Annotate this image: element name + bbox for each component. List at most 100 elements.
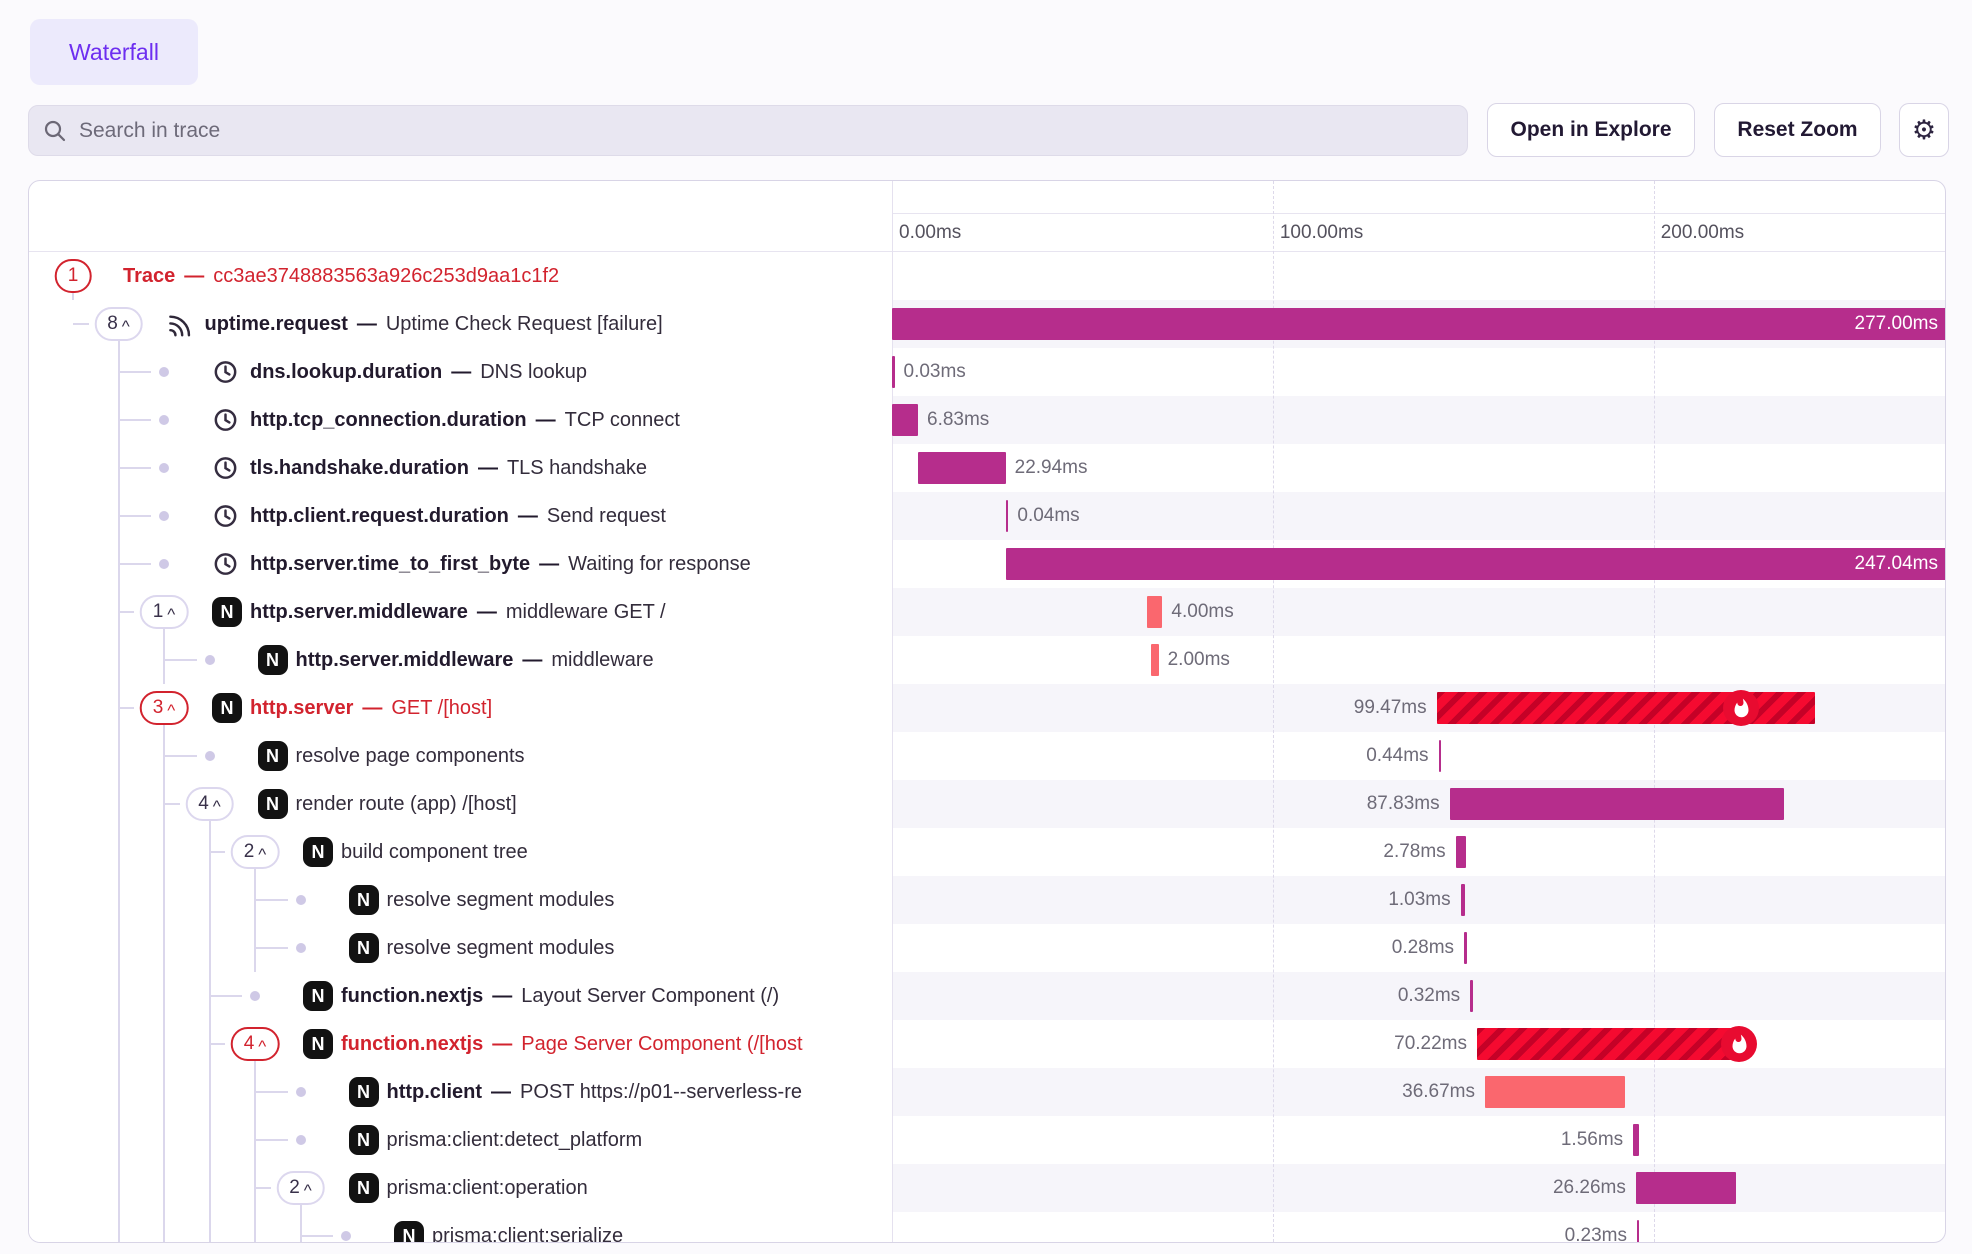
tree-dot <box>296 943 306 953</box>
span-row-left: http.tcp_connection.duration—TCP connect <box>29 396 892 444</box>
duration-bar[interactable] <box>1461 884 1465 916</box>
nextjs-icon: N <box>212 693 242 723</box>
tree-dot <box>296 895 306 905</box>
span-row[interactable]: http.server.time_to_first_byte—Waiting f… <box>29 540 1945 588</box>
span-description: middleware <box>551 649 653 672</box>
span-label: prisma:client:operation <box>387 1164 588 1212</box>
duration-bar[interactable] <box>1633 1124 1639 1156</box>
expand-collapse-pill[interactable]: 2^ <box>231 835 280 869</box>
span-row[interactable]: 4^Nrender route (app) /[host]87.83ms <box>29 780 1945 828</box>
tree-guide <box>118 876 120 924</box>
reset-zoom-button[interactable]: Reset Zoom <box>1714 103 1881 157</box>
trace-row[interactable]: 1Trace—cc3ae3748883563a926c253d9aa1c1f2 <box>29 252 1945 300</box>
span-row[interactable]: Nprisma:client:detect_platform1.56ms <box>29 1116 1945 1164</box>
span-row[interactable]: Nhttp.server.middleware—middleware2.00ms <box>29 636 1945 684</box>
nextjs-icon: N <box>303 1029 333 1059</box>
tree-guide <box>163 1212 165 1243</box>
search-field[interactable] <box>77 118 1453 144</box>
duration-bar[interactable] <box>1456 836 1467 868</box>
span-row[interactable]: Nresolve page components0.44ms <box>29 732 1945 780</box>
chevron-up-icon: ^ <box>167 706 175 716</box>
span-label: uptime.request—Uptime Check Request [fai… <box>205 300 663 348</box>
duration-bar[interactable] <box>918 452 1005 484</box>
tab-waterfall[interactable]: Waterfall <box>30 19 198 85</box>
span-row[interactable]: 8^uptime.request—Uptime Check Request [f… <box>29 300 1945 348</box>
duration-label: 0.23ms <box>1565 1212 1627 1243</box>
span-row-left: Nprisma:client:detect_platform <box>29 1116 892 1164</box>
duration-bar[interactable] <box>1439 740 1442 772</box>
expand-collapse-pill[interactable]: 1 <box>55 259 92 293</box>
duration-bar[interactable] <box>892 356 895 388</box>
span-row-right: 0.28ms <box>892 924 1946 972</box>
span-row-left: Nresolve segment modules <box>29 876 892 924</box>
span-row[interactable]: Nresolve segment modules0.28ms <box>29 924 1945 972</box>
tree-guide <box>300 1212 302 1243</box>
duration-bar[interactable] <box>1637 1220 1640 1243</box>
span-row[interactable]: 4^Nfunction.nextjs—Page Server Component… <box>29 1020 1945 1068</box>
tree-guide <box>163 1116 165 1164</box>
tree-dot <box>250 991 260 1001</box>
span-row-left: 2^Nbuild component tree <box>29 828 892 876</box>
search-icon <box>43 119 67 143</box>
expand-collapse-pill[interactable]: 8^ <box>94 307 143 341</box>
open-in-explore-button[interactable]: Open in Explore <box>1487 103 1695 157</box>
tree-stub <box>72 293 74 300</box>
tree-guide <box>118 636 120 684</box>
span-row[interactable]: Nhttp.client—POST https://p01--serverles… <box>29 1068 1945 1116</box>
duration-bar[interactable] <box>1477 1028 1744 1060</box>
expand-collapse-pill[interactable]: 3^ <box>140 691 189 725</box>
span-row-left: Nhttp.client—POST https://p01--serverles… <box>29 1068 892 1116</box>
duration-bar[interactable] <box>1006 500 1009 532</box>
fire-icon <box>1723 690 1759 726</box>
expand-collapse-pill[interactable]: 1^ <box>140 595 189 629</box>
duration-bar[interactable] <box>1470 980 1473 1012</box>
span-description: Send request <box>547 505 666 528</box>
span-row[interactable]: Nresolve segment modules1.03ms <box>29 876 1945 924</box>
duration-bar[interactable] <box>1636 1172 1736 1204</box>
duration-bar[interactable] <box>1450 788 1785 820</box>
span-row[interactable]: Nprisma:client:serialize 0.23ms <box>29 1212 1945 1243</box>
span-row[interactable]: Nfunction.nextjs—Layout Server Component… <box>29 972 1945 1020</box>
chevron-up-icon: ^ <box>167 610 175 620</box>
span-row[interactable]: dns.lookup.duration—DNS lookup0.03ms <box>29 348 1945 396</box>
panel-divider[interactable] <box>892 181 893 1242</box>
pill-count: 2 <box>244 841 255 863</box>
span-op-name: uptime.request <box>205 313 348 336</box>
span-row[interactable]: 2^Nbuild component tree2.78ms <box>29 828 1945 876</box>
span-row[interactable]: 1^Nhttp.server.middleware—middleware GET… <box>29 588 1945 636</box>
span-row-left: Nfunction.nextjs—Layout Server Component… <box>29 972 892 1020</box>
span-row[interactable]: 2^Nprisma:client:operation26.26ms <box>29 1164 1945 1212</box>
span-op-name: http.server <box>250 697 353 720</box>
span-row-right: 2.78ms <box>892 828 1946 876</box>
duration-bar[interactable]: 277.00ms <box>892 308 1946 340</box>
duration-bar[interactable] <box>892 404 918 436</box>
span-row-right: 99.47ms <box>892 684 1946 732</box>
span-row[interactable]: http.tcp_connection.duration—TCP connect… <box>29 396 1945 444</box>
duration-bar[interactable]: 247.04ms <box>1006 548 1946 580</box>
duration-bar[interactable] <box>1464 932 1467 964</box>
span-description: DNS lookup <box>480 361 587 384</box>
tree-guide <box>209 1164 211 1212</box>
span-row[interactable]: tls.handshake.duration—TLS handshake22.9… <box>29 444 1945 492</box>
search-input[interactable] <box>28 105 1468 156</box>
tree-elbow <box>164 755 197 757</box>
expand-collapse-pill[interactable]: 2^ <box>276 1171 325 1205</box>
settings-button[interactable]: ⚙ <box>1899 103 1949 157</box>
tree-guide <box>118 1212 120 1243</box>
tree-elbow <box>164 659 197 661</box>
separator-dash: — <box>357 313 377 336</box>
span-row-left: 8^uptime.request—Uptime Check Request [f… <box>29 300 892 348</box>
expand-collapse-pill[interactable]: 4^ <box>231 1027 280 1061</box>
duration-bar[interactable] <box>1147 596 1162 628</box>
duration-bar[interactable] <box>1151 644 1159 676</box>
span-description: Page Server Component (/[host <box>521 1033 802 1056</box>
span-label: prisma:client:serialize <box>432 1212 623 1243</box>
duration-bar[interactable] <box>1485 1076 1625 1108</box>
span-row[interactable]: 3^Nhttp.server—GET /[host]99.47ms <box>29 684 1945 732</box>
pill-count: 1 <box>153 601 164 623</box>
span-row[interactable]: http.client.request.duration—Send reques… <box>29 492 1945 540</box>
expand-collapse-pill[interactable]: 4^ <box>185 787 234 821</box>
timeline-header[interactable]: 0.00ms100.00ms200.00ms <box>29 181 1945 252</box>
duration-label: 0.32ms <box>1398 972 1460 1020</box>
nextjs-logo: N <box>394 1221 424 1243</box>
